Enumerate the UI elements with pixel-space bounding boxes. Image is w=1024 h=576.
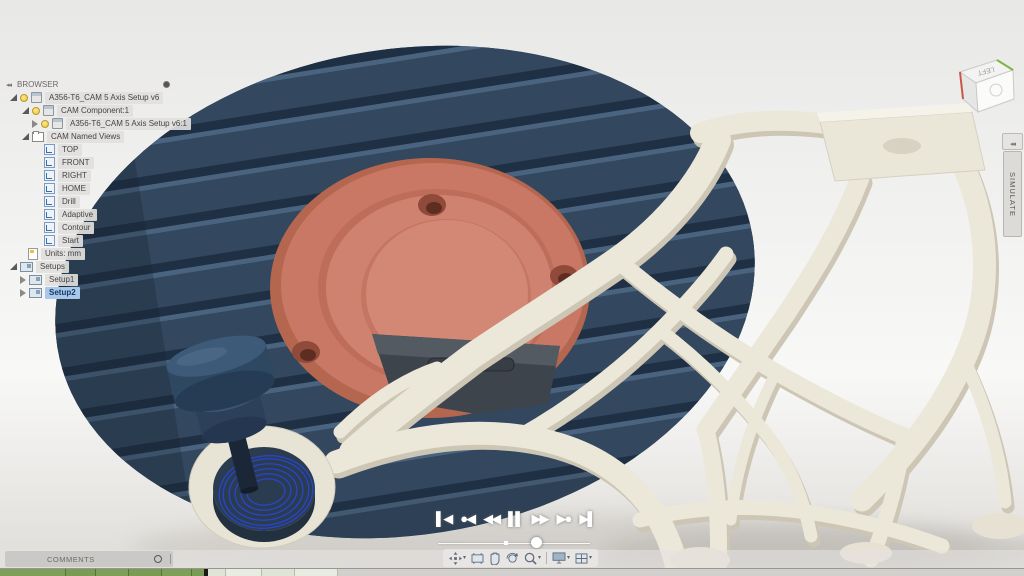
setup-icon [29, 275, 42, 285]
named-view-icon [44, 144, 55, 155]
named-view-icon [44, 170, 55, 181]
navigation-bar: ▾ ▾ ▾ ▾ [443, 549, 598, 567]
tree-row-view-right[interactable]: RIGHT [0, 169, 200, 182]
display-settings-icon[interactable]: ▾ [552, 552, 570, 564]
cam-timeline [0, 568, 1024, 576]
component-icon [31, 92, 42, 103]
scrubber-handle[interactable] [531, 537, 542, 548]
named-view-icon [44, 157, 55, 168]
visibility-bulb-icon[interactable] [20, 94, 28, 102]
tree-row-view-front[interactable]: FRONT [0, 156, 200, 169]
timeline-segment[interactable] [208, 569, 226, 576]
rewind-icon[interactable]: ◀◀ [483, 511, 499, 527]
fit-view-icon[interactable] [471, 553, 484, 564]
setup-icon [29, 288, 42, 298]
simulation-playback-controls: ▌◀ ●◀ ◀◀ ▌▌ ▶▶ ▶● ▶▌ [436, 511, 595, 527]
comments-record-icon[interactable] [154, 555, 162, 563]
play-reverse-icon[interactable]: ●◀ [460, 511, 474, 527]
tree-row-component[interactable]: CAM Component:1 [0, 104, 200, 117]
units-doc-icon [28, 248, 38, 260]
tree-row-setup2[interactable]: Setup2 [0, 286, 200, 299]
fusion360-window: Autodesk Fusion 360 ▾ ▾ ▾ [0, 0, 1024, 576]
tree-row-setup1[interactable]: Setup1 [0, 273, 200, 286]
simulate-dialog-title: SIMULATE [1008, 172, 1017, 217]
go-to-start-icon[interactable]: ▌◀ [436, 511, 451, 527]
component-icon [52, 118, 63, 129]
browser-panel: BROWSER A356-T6_CAM 5 Axis Setup v6 CAM … [0, 78, 200, 299]
pause-icon[interactable]: ▌▌ [508, 511, 522, 527]
named-view-icon [44, 235, 55, 246]
go-to-end-icon[interactable]: ▶▌ [579, 511, 594, 527]
tree-row-view-top[interactable]: TOP [0, 143, 200, 156]
tree-row-view-drill[interactable]: Drill [0, 195, 200, 208]
tree-row-subcomponent[interactable]: A356-T6_CAM 5 Axis Setup v6:1 [0, 117, 200, 130]
browser-header[interactable]: BROWSER [0, 78, 176, 91]
collapsed-icon[interactable] [32, 120, 38, 128]
divider [170, 554, 171, 564]
fast-forward-icon[interactable]: ▶▶ [532, 511, 548, 527]
timeline-segment[interactable] [295, 569, 338, 576]
timeline-segment[interactable] [129, 569, 162, 576]
play-icon[interactable]: ▶● [557, 511, 571, 527]
pan-cross-icon[interactable]: ▾ [449, 552, 466, 565]
tree-row-named-views[interactable]: CAM Named Views [0, 130, 200, 143]
pan-hand-icon[interactable] [489, 552, 501, 565]
tree-row-view-adaptive[interactable]: Adaptive [0, 208, 200, 221]
view-cube[interactable]: LEFT [946, 42, 1024, 125]
zoom-icon[interactable]: ▾ [524, 552, 541, 565]
browser-title: BROWSER [17, 80, 58, 89]
browser-options-icon[interactable] [163, 81, 170, 88]
tree-row-view-home[interactable]: HOME [0, 182, 200, 195]
timeline-segment[interactable] [0, 569, 66, 576]
timeline-remainder [338, 569, 1024, 576]
tree-row-root[interactable]: A356-T6_CAM 5 Axis Setup v6 [0, 91, 200, 104]
collapsed-icon[interactable] [20, 289, 26, 297]
folder-icon [32, 132, 44, 142]
tree-row-view-start[interactable]: Start [0, 234, 200, 247]
scrubber-track[interactable] [438, 543, 590, 544]
machined-boss [189, 426, 335, 548]
timeline-segment[interactable] [262, 569, 295, 576]
timeline-segment[interactable] [66, 569, 96, 576]
timeline-segment[interactable] [192, 569, 204, 576]
expand-icon[interactable] [22, 133, 29, 140]
visibility-bulb-icon[interactable] [41, 120, 49, 128]
named-view-icon [44, 222, 55, 233]
expand-icon[interactable] [10, 263, 17, 270]
timeline-segment[interactable] [96, 569, 129, 576]
expand-icon[interactable] [22, 107, 29, 114]
divider [546, 552, 547, 564]
timeline-segment[interactable] [162, 569, 192, 576]
expand-icon[interactable] [10, 94, 17, 101]
grid-layout-icon[interactable]: ▾ [575, 553, 592, 564]
setups-icon [20, 262, 33, 272]
tree-row-units[interactable]: Units: mm [0, 247, 200, 260]
collapse-browser-icon[interactable] [6, 80, 11, 89]
orbit-icon[interactable] [506, 552, 519, 565]
named-view-icon [44, 183, 55, 194]
simulate-dialog-collapsed[interactable]: SIMULATE [1003, 151, 1022, 237]
timeline-segment[interactable] [226, 569, 262, 576]
expand-arrows-icon [1010, 133, 1015, 151]
comments-bar[interactable]: COMMENTS [5, 551, 173, 567]
tree-row-setups[interactable]: Setups [0, 260, 200, 273]
scrubber-marker [504, 541, 508, 545]
expand-panel-button[interactable] [1002, 133, 1023, 150]
visibility-bulb-icon[interactable] [32, 107, 40, 115]
collapsed-icon[interactable] [20, 276, 26, 284]
component-icon [43, 105, 54, 116]
named-view-icon [44, 209, 55, 220]
tree-row-view-contour[interactable]: Contour [0, 221, 200, 234]
comments-label: COMMENTS [47, 555, 95, 564]
named-view-icon [44, 196, 55, 207]
